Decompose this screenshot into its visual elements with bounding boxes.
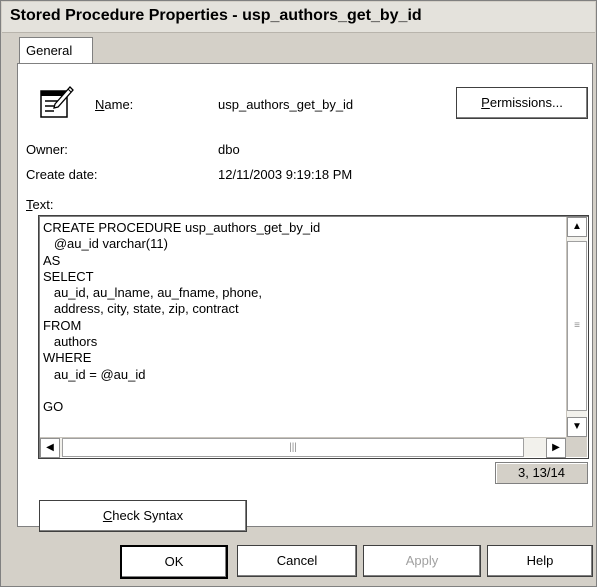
check-syntax-button[interactable]: Check Syntax <box>39 500 247 532</box>
horizontal-scrollbar[interactable]: ◀ ||| ▶ <box>40 437 566 458</box>
vertical-scrollbar[interactable]: ▲ ≡ ▼ <box>566 217 587 437</box>
owner-label: Owner: <box>26 142 68 157</box>
scroll-right-arrow-icon[interactable]: ▶ <box>546 438 566 458</box>
text-label: Text: <box>26 197 54 212</box>
window-title: Stored Procedure Properties - usp_author… <box>10 7 422 24</box>
scroll-left-arrow-icon[interactable]: ◀ <box>40 438 60 458</box>
help-button[interactable]: Help <box>487 545 593 577</box>
horizontal-scroll-thumb[interactable]: ||| <box>62 438 524 457</box>
tab-general[interactable]: General <box>19 37 93 64</box>
apply-button[interactable]: Apply <box>363 545 481 577</box>
owner-value: dbo <box>218 142 240 157</box>
stored-procedure-icon <box>40 86 74 118</box>
vertical-scroll-thumb[interactable]: ≡ <box>567 241 587 411</box>
stored-procedure-properties-dialog: Stored Procedure Properties - usp_author… <box>0 0 597 587</box>
title-bar[interactable]: Stored Procedure Properties - usp_author… <box>2 2 595 33</box>
general-tab-panel: Name: usp_authors_get_by_id Permissions.… <box>17 63 593 532</box>
permissions-button[interactable]: Permissions... <box>456 87 588 119</box>
tab-general-label: General <box>26 43 73 58</box>
scroll-down-arrow-icon[interactable]: ▼ <box>567 417 587 437</box>
create-date-label: Create date: <box>26 167 98 182</box>
name-value: usp_authors_get_by_id <box>218 97 354 112</box>
procedure-text-content[interactable]: CREATE PROCEDURE usp_authors_get_by_id @… <box>43 220 564 416</box>
scroll-up-arrow-icon[interactable]: ▲ <box>567 217 587 237</box>
cursor-position-indicator: 3, 13/14 <box>495 462 588 484</box>
cancel-button[interactable]: Cancel <box>237 545 357 577</box>
create-date-value: 12/11/2003 9:19:18 PM <box>218 167 353 182</box>
procedure-text-editor[interactable]: CREATE PROCEDURE usp_authors_get_by_id @… <box>38 215 589 459</box>
scrollbar-corner <box>566 437 587 457</box>
name-label: Name: <box>95 97 134 112</box>
ok-button[interactable]: OK <box>120 545 228 579</box>
